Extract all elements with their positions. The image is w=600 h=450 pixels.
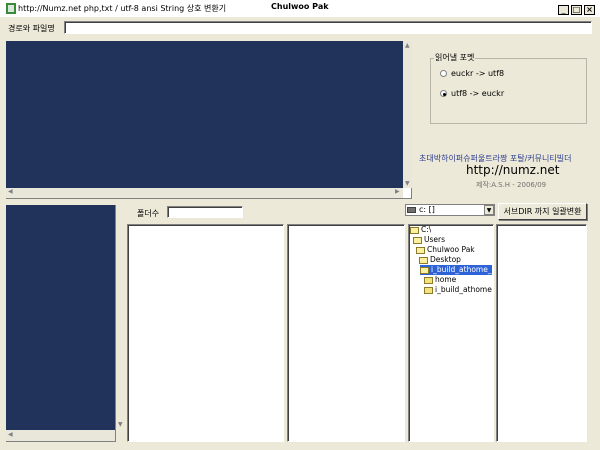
minimize-button[interactable]: _ <box>558 5 569 15</box>
scroll-up-icon[interactable]: ▲ <box>405 43 410 49</box>
convert-subdirs-button[interactable]: 서브DIR 까지 일괄변환 <box>498 203 587 220</box>
file-list-3[interactable] <box>496 224 587 442</box>
file-list-1[interactable] <box>127 224 284 442</box>
dir-item-chulwoo-pak[interactable]: Chulwoo Pak <box>416 245 475 255</box>
main-vertical-scrollbar[interactable] <box>403 41 412 188</box>
chevron-down-icon[interactable]: ▼ <box>484 205 494 215</box>
folder-icon <box>424 276 433 284</box>
brand-url: http://numz.net <box>466 163 560 177</box>
dir-item-i-build-athome-v[interactable]: i_build_athome_v <box>420 265 492 275</box>
radio-utf8-to-euckr-label[interactable]: utf8 -> euckr <box>451 89 504 98</box>
folder-open-icon <box>416 246 425 254</box>
main-display-area[interactable] <box>6 41 403 188</box>
file-list-2[interactable] <box>287 224 405 442</box>
radio-euckr-to-utf8[interactable] <box>440 70 447 77</box>
scroll-down-icon[interactable]: ▼ <box>118 422 123 428</box>
scroll-left-icon[interactable]: ◀ <box>8 432 13 438</box>
dir-item-root[interactable]: C:\ <box>410 225 431 235</box>
folder-count-input[interactable] <box>167 206 243 218</box>
scroll-left-icon[interactable]: ◀ <box>8 189 13 195</box>
left-display-area[interactable] <box>6 205 115 430</box>
path-input[interactable] <box>64 21 592 34</box>
dir-item-desktop[interactable]: Desktop <box>419 255 461 265</box>
folder-icon <box>424 286 433 294</box>
radio-utf8-to-euckr[interactable] <box>440 90 447 97</box>
window-author: Chulwoo Pak <box>271 2 329 11</box>
dir-item-home[interactable]: home <box>424 275 456 285</box>
brand-credit: 제작:A.S.H - 2006/09 <box>476 181 547 189</box>
drive-selected-value: c: [] <box>419 205 435 214</box>
radio-euckr-to-utf8-label[interactable]: euckr -> utf8 <box>451 69 504 78</box>
maximize-button[interactable]: □ <box>571 5 582 15</box>
dir-item-users[interactable]: Users <box>413 235 445 245</box>
folder-open-icon <box>419 256 428 264</box>
app-icon <box>6 3 16 14</box>
folder-count-label: 폴더수 <box>137 209 160 218</box>
path-label: 경로와 파일명 <box>8 24 55 33</box>
folder-open-icon <box>420 266 429 274</box>
close-button[interactable]: × <box>584 5 595 15</box>
drive-icon <box>407 207 416 213</box>
left-horizontal-scrollbar[interactable] <box>6 430 115 441</box>
format-group-title: 읽어낼 포멧 <box>434 52 476 63</box>
window-title: http://Numz.net php,txt / utf-8 ansi Str… <box>18 4 227 13</box>
folder-open-icon <box>410 226 419 234</box>
scroll-down-icon[interactable]: ▼ <box>405 181 410 187</box>
dir-item-i-build-athome[interactable]: i_build_athome <box>424 285 492 295</box>
scroll-right-icon[interactable]: ▶ <box>395 189 400 195</box>
folder-open-icon <box>413 236 422 244</box>
main-horizontal-scrollbar[interactable] <box>6 188 403 198</box>
